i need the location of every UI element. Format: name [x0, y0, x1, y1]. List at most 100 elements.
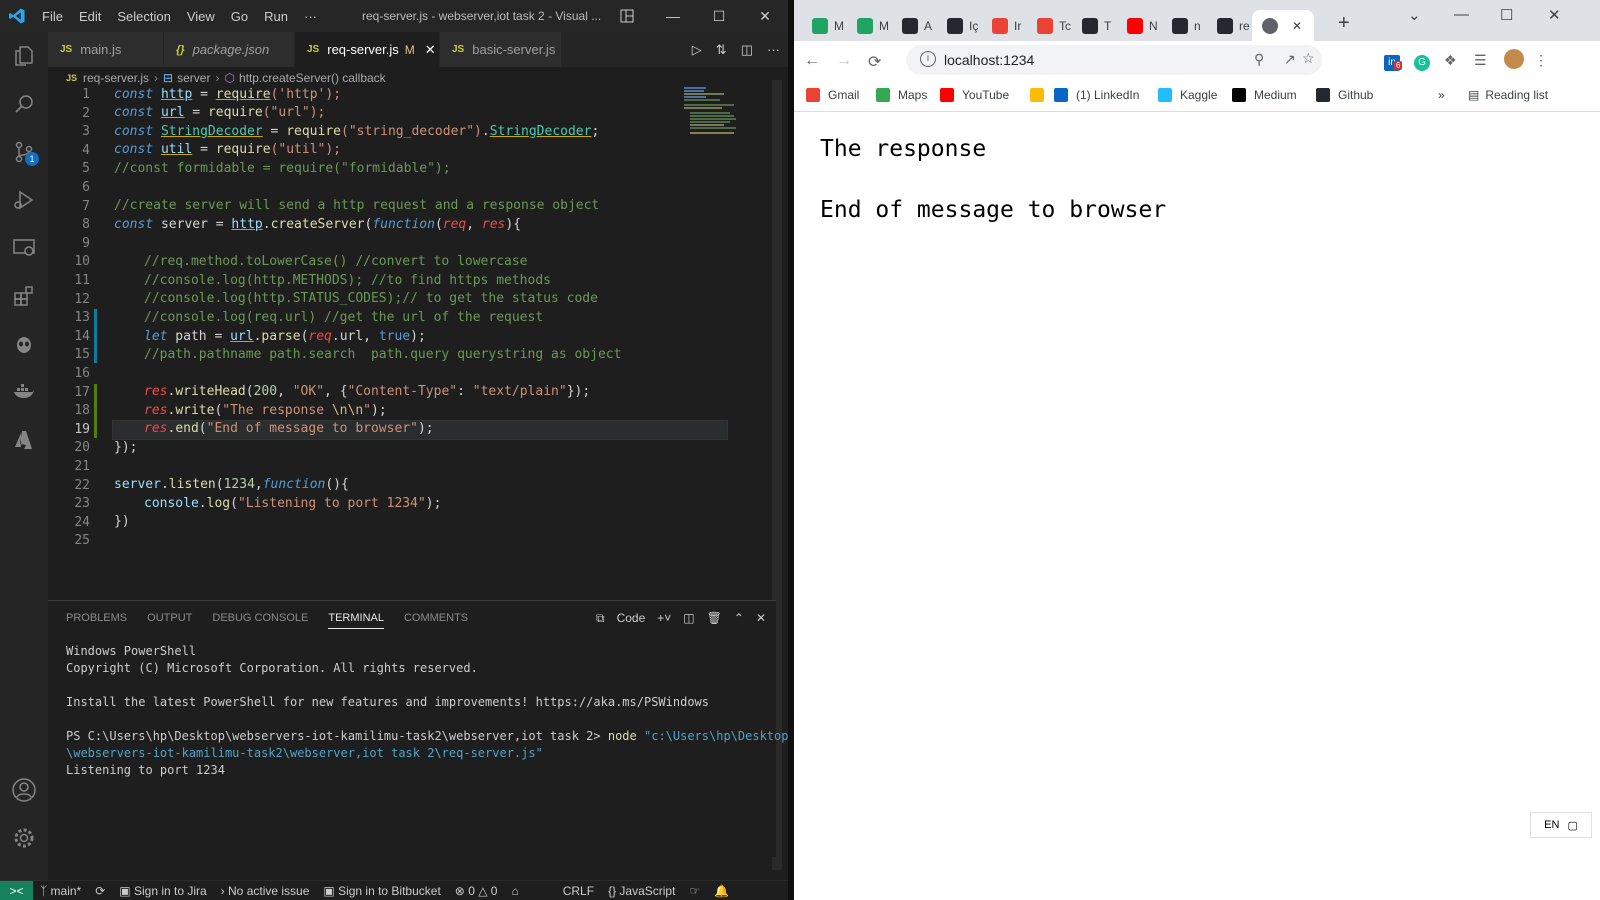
new-terminal-icon[interactable]: +˅	[657, 611, 671, 625]
site-info-icon[interactable]: i	[920, 51, 936, 67]
close-panel-icon[interactable]: ✕	[756, 611, 766, 625]
reading-list[interactable]: ▤ Reading list	[1468, 88, 1548, 102]
problems-status[interactable]: ⊗ 0 △ 0	[448, 884, 505, 898]
split-terminal-icon[interactable]: ◫	[683, 611, 694, 625]
menu-more[interactable]: ···	[296, 9, 325, 24]
forward-arrow-icon[interactable]: →	[836, 52, 852, 70]
terminal-output[interactable]: Windows PowerShell Copyright (C) Microso…	[66, 643, 788, 779]
open-changes-icon[interactable]: ⇅	[716, 42, 727, 58]
menu-edit[interactable]: Edit	[71, 9, 109, 24]
split-editor-icon[interactable]: ◫	[741, 42, 753, 58]
menu-view[interactable]: View	[179, 9, 223, 24]
browser-tab[interactable]: N	[1117, 10, 1161, 41]
share-icon[interactable]: ↗	[1284, 51, 1296, 68]
minimap[interactable]	[684, 87, 760, 137]
breadcrumb-symbol-server[interactable]: server	[177, 71, 210, 85]
menu-selection[interactable]: Selection	[109, 9, 178, 24]
maximize-panel-icon[interactable]: ⌃	[734, 611, 744, 625]
tab-search-icon[interactable]: ⌄	[1408, 6, 1421, 24]
language-status[interactable]: {} JavaScript	[601, 884, 682, 898]
menu-file[interactable]: File	[34, 9, 71, 24]
tab-main-js[interactable]: JS main.js	[48, 32, 164, 67]
ime-indicator[interactable]: EN ▢	[1530, 812, 1592, 838]
tab-terminal[interactable]: TERMINAL	[328, 612, 384, 629]
bookmark-item[interactable]	[1030, 88, 1052, 102]
close-icon[interactable]: ✕	[1548, 6, 1561, 24]
bookmark-item[interactable]: Medium	[1232, 88, 1297, 102]
feedback-icon[interactable]: ☞	[682, 884, 707, 898]
menu-go[interactable]: Go	[223, 9, 256, 24]
alien-extension-icon[interactable]	[0, 320, 48, 368]
close-tab-icon[interactable]: ✕	[1292, 19, 1302, 33]
menu-run[interactable]: Run	[256, 9, 296, 24]
media-queue-icon[interactable]: ☰	[1474, 52, 1487, 69]
minimize-icon[interactable]: —	[1454, 6, 1469, 23]
issue-status[interactable]: › No active issue	[214, 884, 317, 898]
close-tab-icon[interactable]: ✕	[425, 42, 436, 58]
accounts-icon[interactable]	[0, 766, 48, 814]
bookmark-item[interactable]: Github	[1316, 88, 1373, 102]
zoom-icon[interactable]: ⚲	[1254, 51, 1264, 68]
run-debug-icon[interactable]	[0, 176, 48, 224]
browser-tab[interactable]: A	[892, 10, 936, 41]
eol-status[interactable]: CRLF	[556, 884, 601, 898]
sync-icon[interactable]: ⟳	[88, 884, 112, 898]
close-icon[interactable]: ✕	[742, 0, 788, 32]
browser-tab[interactable]: ✕	[1252, 10, 1314, 41]
bookmarks-overflow[interactable]: »	[1438, 88, 1445, 102]
explorer-icon[interactable]	[0, 32, 48, 80]
more-actions-icon[interactable]: ···	[767, 42, 780, 57]
bookmark-item[interactable]: Maps	[876, 88, 927, 102]
bookmark-star-icon[interactable]: ☆	[1302, 50, 1315, 67]
source-control-icon[interactable]: 1	[0, 128, 48, 176]
maximize-icon[interactable]: ☐	[1500, 6, 1513, 24]
extension-linkedin-icon[interactable]: in 6	[1384, 52, 1403, 71]
extensions-puzzle-icon[interactable]: ❖	[1444, 52, 1457, 69]
browser-tab[interactable]: M	[802, 10, 846, 41]
breadcrumb-symbol-callback[interactable]: http.createServer() callback	[239, 71, 386, 85]
search-icon[interactable]	[0, 80, 48, 128]
home-icon[interactable]: ⌂	[504, 884, 525, 898]
grammarly-icon[interactable]: G	[1414, 52, 1430, 71]
browser-tab[interactable]: M	[847, 10, 891, 41]
tab-problems[interactable]: PROBLEMS	[66, 612, 127, 624]
menu-dots-icon[interactable]: ⋮	[1534, 52, 1548, 69]
tab-comments[interactable]: COMMENTS	[404, 612, 468, 624]
browser-tab[interactable]: n	[1162, 10, 1206, 41]
bookmark-item[interactable]: Gmail	[806, 88, 859, 102]
avatar[interactable]	[1504, 49, 1524, 72]
minimize-icon[interactable]: —	[650, 0, 696, 32]
azure-icon[interactable]	[0, 416, 48, 464]
docker-icon[interactable]	[0, 368, 48, 416]
trash-icon[interactable]: 🗑	[707, 611, 722, 625]
browser-tab[interactable]: T	[1072, 10, 1116, 41]
browser-tab[interactable]: Ir	[982, 10, 1026, 41]
code-editor[interactable]: 1 2 3 4 5 6 7 8 9 10 11 12 13 14 15 16 17 18 19 20 21 22 23 24 2…	[48, 87, 776, 599]
browser-tab[interactable]: Iç	[937, 10, 981, 41]
breadcrumb-file[interactable]: req-server.js	[83, 71, 149, 85]
browser-tab[interactable]: Tc	[1027, 10, 1071, 41]
settings-gear-icon[interactable]	[0, 814, 48, 862]
remote-explorer-icon[interactable]	[0, 224, 48, 272]
bookmark-item[interactable]: (1) LinkedIn	[1054, 88, 1139, 102]
tab-output[interactable]: OUTPUT	[147, 612, 192, 624]
tab-req-server-js[interactable]: JS req-server.js M ✕	[295, 32, 440, 67]
url-text[interactable]: localhost:1234	[944, 52, 1034, 68]
back-arrow-icon[interactable]: ←	[804, 52, 820, 70]
tab-package-json[interactable]: {} package.json	[164, 32, 295, 67]
remote-indicator-icon[interactable]: ><	[0, 881, 33, 900]
maximize-icon[interactable]: ☐	[696, 0, 742, 32]
jira-status[interactable]: ▣ Sign in to Jira	[112, 884, 213, 898]
layout-icon[interactable]	[604, 0, 650, 32]
bookmark-item[interactable]: Kaggle	[1158, 88, 1217, 102]
terminal-name[interactable]: Code	[617, 611, 646, 625]
reload-icon[interactable]: ⟳	[868, 52, 881, 72]
bitbucket-status[interactable]: ▣ Sign in to Bitbucket	[316, 884, 447, 898]
branch-status[interactable]: ᛉ main*	[33, 884, 88, 898]
new-tab-icon[interactable]: +	[1338, 12, 1350, 35]
tab-basic-server-js[interactable]: JS basic-server.js	[440, 32, 562, 67]
tab-debug-console[interactable]: DEBUG CONSOLE	[212, 612, 308, 624]
extensions-icon[interactable]	[0, 272, 48, 320]
address-bar[interactable]: i localhost:1234 ⚲ ↗ ☆	[906, 45, 1322, 75]
browser-tab[interactable]: re	[1207, 10, 1251, 41]
